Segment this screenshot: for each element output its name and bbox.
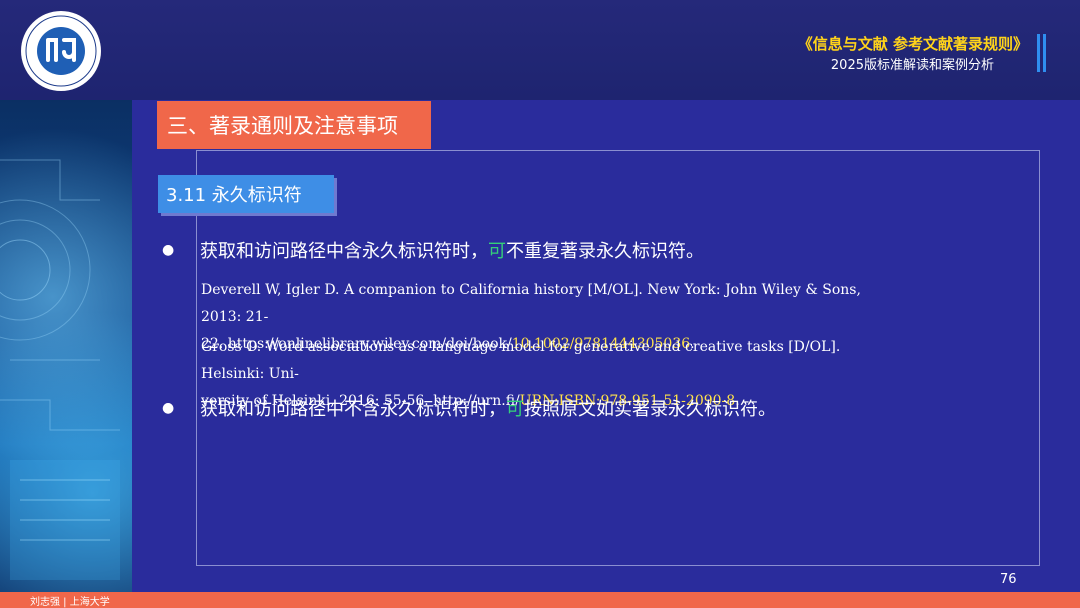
bullet-item: ● 获取和访问路径中含永久标识符时，可不重复著录永久标识符。 (162, 237, 704, 263)
header-accent-bar (1043, 34, 1046, 72)
footer-credit: 刘志强 | 上海大学 (30, 597, 110, 608)
reference-line: Gross O. Word associations as a language… (201, 339, 841, 382)
bullet-text: 获取和访问路径中含永久标识符时， (200, 241, 488, 262)
bullet-highlight: 可 (506, 399, 524, 420)
reference-line: Deverell W, Igler D. A companion to Cali… (201, 282, 861, 325)
bullet-highlight: 可 (488, 241, 506, 262)
header-accent-bar (1037, 34, 1040, 72)
bullet-dot: ● (162, 400, 175, 416)
bullet-dot: ● (162, 242, 175, 258)
footer-bar: 刘志强 | 上海大学 (0, 592, 1080, 608)
header-subtitle: 2025版标准解读和案例分析 (830, 58, 994, 73)
bullet-text: 获取和访问路径中不含永久标识符时， (200, 399, 506, 420)
decorative-tech-panel (0, 100, 132, 592)
section-title: 三、著录通则及注意事项 (157, 101, 431, 149)
header-title: 《信息与文献 参考文献著录规则》 (797, 35, 1028, 53)
header-bar: 《信息与文献 参考文献著录规则》 2025版标准解读和案例分析 (0, 0, 1080, 100)
page-number: 76 (1000, 572, 1017, 587)
subsection-title: 3.11 永久标识符 (158, 175, 334, 213)
university-logo-icon (21, 11, 101, 91)
bullet-text: 按照原文如实著录永久标识符。 (524, 399, 776, 420)
circuit-decoration-icon (0, 159, 120, 580)
bullet-text: 不重复著录永久标识符。 (506, 241, 704, 262)
bullet-item: ● 获取和访问路径中不含永久标识符时，可按照原文如实著录永久标识符。 (162, 395, 776, 421)
